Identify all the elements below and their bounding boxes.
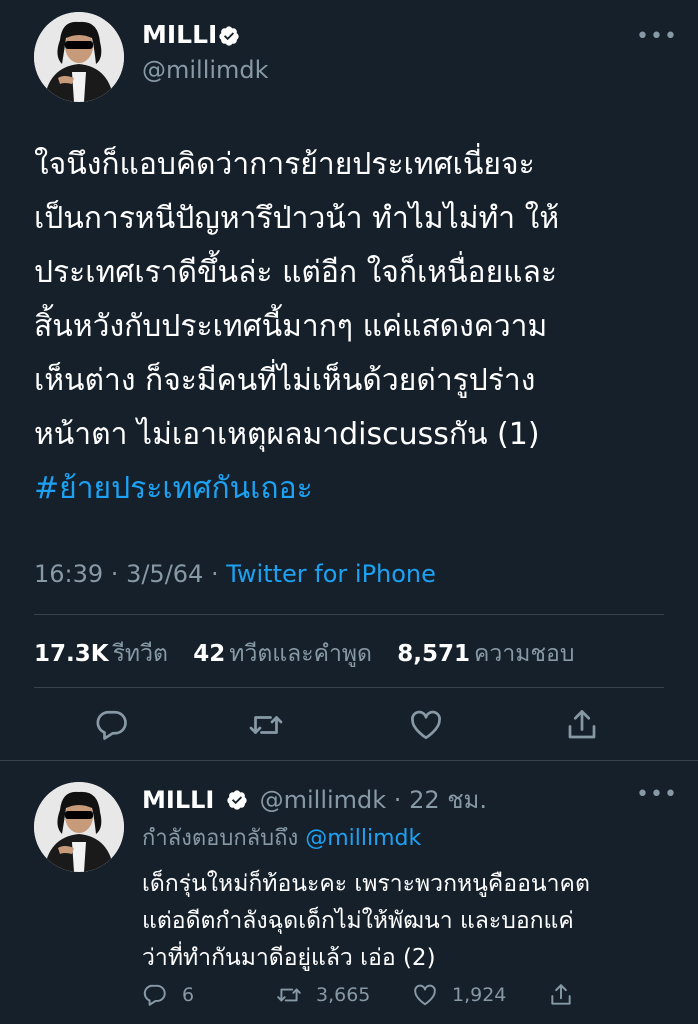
reply-text-line: เด็กรุ่นใหม่ก็ท้อนะคะ เพราะพวกหนูคืออนาค…: [142, 871, 590, 897]
quote-label[interactable]: ทวีตและคำพูด: [229, 641, 372, 667]
like-icon: [411, 710, 441, 740]
reply-text-line: แต่อดีตกำลังฉุดเด็กไม่ให้พัฒนา และบอกแค่: [142, 908, 574, 934]
reply-share-button[interactable]: [548, 980, 588, 1010]
divider: [0, 760, 698, 761]
reply-like-count: 1,924: [452, 984, 507, 1006]
meta-separator: ·: [386, 786, 410, 814]
tweet-date[interactable]: 3/5/64: [126, 560, 203, 588]
divider: [34, 687, 664, 688]
reply-avatar[interactable]: [34, 782, 124, 872]
replying-to-mention[interactable]: @millimdk: [305, 826, 421, 851]
share-icon: [568, 710, 596, 739]
quote-count[interactable]: 42: [193, 641, 225, 667]
reply-icon: [143, 984, 166, 1006]
tweet-timestamp: 16:39 · 3/5/64 · Twitter for iPhone: [34, 560, 436, 588]
reply-text-line: ว่าที่ทำกันมาดีอยู่แล้ว เอ่อ (2): [142, 945, 436, 971]
reply-text: เด็กรุ่นใหม่ก็ท้อนะคะ เพราะพวกหนูคืออนาค…: [142, 866, 662, 977]
author-name[interactable]: MILLI: [142, 20, 217, 49]
more-options-icon[interactable]: •••: [636, 24, 678, 49]
reply-header: MILLI @millimdk · 22 ชม.: [142, 780, 487, 819]
tweet-source-link[interactable]: Twitter for iPhone: [226, 560, 436, 588]
reply-reply-button[interactable]: 6: [142, 980, 194, 1010]
reply-retweet-button[interactable]: 3,665: [276, 980, 370, 1010]
tweet-stats: 17.3K รีทวีต 42 ทวีตและคำพูด 8,571 ความชอบ: [34, 636, 592, 672]
reply-button[interactable]: [94, 707, 130, 743]
divider: [34, 614, 664, 615]
tweet-text-line: หน้าตา ไม่เอาเหตุผลมาdiscussกัน (1): [34, 417, 540, 452]
hashtag-link[interactable]: #ย้ายประเทศกันเถอะ: [34, 462, 674, 516]
share-icon: [551, 984, 571, 1005]
like-label[interactable]: ความชอบ: [474, 641, 574, 667]
replying-to: กำลังตอบกลับถึง @millimdk: [142, 820, 421, 855]
tweet-text-line: สิ้นหวังกับประเทศนี้มากๆ แค่แสดงความ: [34, 309, 548, 344]
share-button[interactable]: [564, 707, 600, 743]
author-handle[interactable]: @millimdk: [142, 56, 269, 84]
verified-badge-icon: [219, 26, 239, 46]
meta-separator: ·: [203, 560, 227, 588]
retweet-icon: [249, 716, 283, 734]
replying-to-prefix: กำลังตอบกลับถึง: [142, 826, 299, 851]
tweet-text-line: ประเทศเราดีขึ้นล่ะ แต่อีก ใจก็เหนื่อยและ: [34, 255, 557, 290]
reply-like-button[interactable]: 1,924: [412, 980, 506, 1010]
avatar-image: [34, 782, 124, 872]
avatar-image: [34, 12, 124, 102]
reply-more-options-icon[interactable]: •••: [636, 782, 678, 807]
tweet-text-line: ใจนึงก็แอบคิดว่าการย้ายประเทศเนี่ยจะ: [34, 147, 535, 182]
tweet-text-line: เห็นต่าง ก็จะมีคนที่ไม่เห็นด้วยด่ารูปร่า…: [34, 363, 536, 398]
retweet-button[interactable]: [248, 707, 284, 743]
meta-separator: ·: [103, 560, 127, 588]
reply-author-name[interactable]: MILLI: [142, 786, 214, 814]
reply-author-handle[interactable]: @millimdk: [260, 786, 387, 814]
retweet-count[interactable]: 17.3K: [34, 641, 109, 667]
tweet-time[interactable]: 16:39: [34, 560, 103, 588]
reply-time-ago[interactable]: 22 ชม.: [409, 786, 487, 814]
tweet-text: ใจนึงก็แอบคิดว่าการย้ายประเทศเนี่ยจะ เป็…: [34, 138, 674, 516]
like-count[interactable]: 8,571: [397, 641, 470, 667]
retweet-label[interactable]: รีทวีต: [113, 641, 168, 667]
reply-retweet-count: 3,665: [316, 984, 371, 1006]
reply-icon: [96, 710, 127, 740]
verified-badge-icon: [227, 790, 247, 810]
retweet-icon: [277, 988, 301, 1002]
reply-reply-count: 6: [182, 984, 195, 1006]
like-button[interactable]: [408, 707, 444, 743]
like-icon: [414, 984, 436, 1006]
tweet-text-line: เป็นการหนีปัญหารึป่าวน้า ทำไมไม่ทำ ให้: [34, 201, 560, 236]
main-avatar[interactable]: [34, 12, 124, 102]
